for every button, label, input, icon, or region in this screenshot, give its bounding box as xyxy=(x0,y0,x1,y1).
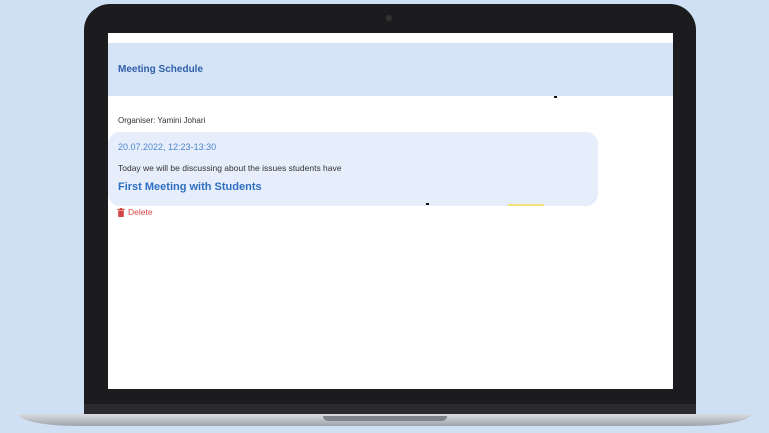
render-artifact xyxy=(554,96,557,98)
meeting-card[interactable]: 20.07.2022, 12:23-13:30 Today we will be… xyxy=(108,132,598,206)
app-header: Meeting Schedule xyxy=(108,43,673,96)
meeting-title[interactable]: First Meeting with Students xyxy=(118,181,262,193)
app-screen: Meeting Schedule Organiser: Yamini Johar… xyxy=(108,33,673,389)
render-artifact xyxy=(426,203,429,205)
delete-label: Delete xyxy=(128,207,153,217)
meeting-description: Today we will be discussing about the is… xyxy=(118,163,342,173)
meeting-time: 20.07.2022, 12:23-13:30 xyxy=(118,142,217,152)
page-title: Meeting Schedule xyxy=(118,64,204,75)
organiser-label: Organiser: Yamini Johari xyxy=(118,116,206,125)
delete-button[interactable]: Delete xyxy=(117,207,153,217)
trash-icon xyxy=(117,207,125,217)
camera-icon xyxy=(386,15,392,21)
laptop-notch xyxy=(323,416,447,421)
render-artifact xyxy=(508,204,544,206)
